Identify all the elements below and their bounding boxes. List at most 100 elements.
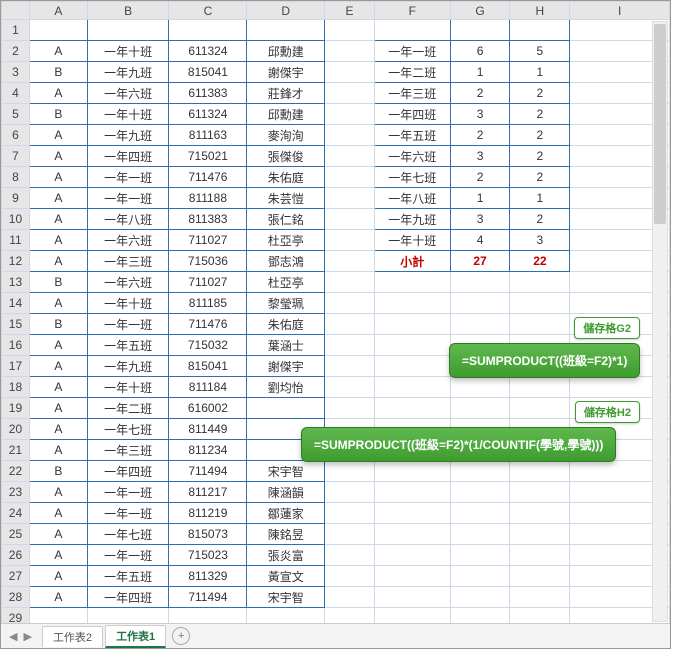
cell-F19[interactable] <box>374 398 450 419</box>
cell-A14[interactable]: A <box>29 293 87 314</box>
cell-E27[interactable] <box>325 566 375 587</box>
cell-G29[interactable] <box>450 608 510 625</box>
cell-D10[interactable]: 張仁銘 <box>247 209 325 230</box>
row-header-5[interactable]: 5 <box>2 104 30 125</box>
cell-F1[interactable]: 班級 <box>374 20 450 41</box>
cell-C19[interactable]: 616002 <box>169 398 247 419</box>
sheet-tab-2[interactable]: 工作表2 <box>42 626 103 647</box>
row-header-4[interactable]: 4 <box>2 83 30 104</box>
cell-F6[interactable]: 一年五班 <box>374 125 450 146</box>
cell-F10[interactable]: 一年九班 <box>374 209 450 230</box>
cell-B13[interactable]: 一年六班 <box>87 272 169 293</box>
cell-G7[interactable]: 3 <box>450 146 510 167</box>
cell-G11[interactable]: 4 <box>450 230 510 251</box>
cell-A21[interactable]: A <box>29 440 87 461</box>
row-3[interactable]: 3B一年九班815041謝傑宇一年二班11 <box>2 62 670 83</box>
cell-D26[interactable]: 張炎富 <box>247 545 325 566</box>
cell-B4[interactable]: 一年六班 <box>87 83 169 104</box>
cell-H8[interactable]: 2 <box>510 167 570 188</box>
cell-C14[interactable]: 811185 <box>169 293 247 314</box>
col-header-D[interactable]: D <box>247 2 325 20</box>
row-6[interactable]: 6A一年九班811163麥洵洵一年五班22 <box>2 125 670 146</box>
cell-E4[interactable] <box>325 83 375 104</box>
cell-B6[interactable]: 一年九班 <box>87 125 169 146</box>
cell-D8[interactable]: 朱佑庭 <box>247 167 325 188</box>
row-24[interactable]: 24A一年一班811219鄒蓮家 <box>2 503 670 524</box>
cell-F11[interactable]: 一年十班 <box>374 230 450 251</box>
cell-H6[interactable]: 2 <box>510 125 570 146</box>
cell-E6[interactable] <box>325 125 375 146</box>
row-header-20[interactable]: 20 <box>2 419 30 440</box>
cell-A8[interactable]: A <box>29 167 87 188</box>
cell-A17[interactable]: A <box>29 356 87 377</box>
cell-F7[interactable]: 一年六班 <box>374 146 450 167</box>
cell-B3[interactable]: 一年九班 <box>87 62 169 83</box>
row-12[interactable]: 12A一年三班715036鄧志鴻小計2722 <box>2 251 670 272</box>
cell-A3[interactable]: B <box>29 62 87 83</box>
cell-D19[interactable] <box>247 398 325 419</box>
cell-F23[interactable] <box>374 482 450 503</box>
cell-E24[interactable] <box>325 503 375 524</box>
cell-H9[interactable]: 1 <box>510 188 570 209</box>
row-header-23[interactable]: 23 <box>2 482 30 503</box>
col-header-H[interactable]: H <box>510 2 570 20</box>
cell-H29[interactable] <box>510 608 570 625</box>
cell-F5[interactable]: 一年四班 <box>374 104 450 125</box>
row-19[interactable]: 19A一年二班616002 <box>2 398 670 419</box>
row-26[interactable]: 26A一年一班715023張炎富 <box>2 545 670 566</box>
cell-C20[interactable]: 811449 <box>169 419 247 440</box>
cell-H18[interactable] <box>510 377 570 398</box>
cell-A10[interactable]: A <box>29 209 87 230</box>
cell-A5[interactable]: B <box>29 104 87 125</box>
cell-G26[interactable] <box>450 545 510 566</box>
cell-E29[interactable] <box>325 608 375 625</box>
cell-B2[interactable]: 一年十班 <box>87 41 169 62</box>
cell-D14[interactable]: 黎瑩珮 <box>247 293 325 314</box>
cell-F12[interactable]: 小計 <box>374 251 450 272</box>
cell-F25[interactable] <box>374 524 450 545</box>
row-header-7[interactable]: 7 <box>2 146 30 167</box>
cell-A2[interactable]: A <box>29 41 87 62</box>
cell-A28[interactable]: A <box>29 587 87 608</box>
cell-G1[interactable]: 人次 <box>450 20 510 41</box>
row-header-15[interactable]: 15 <box>2 314 30 335</box>
cell-G25[interactable] <box>450 524 510 545</box>
cell-D9[interactable]: 朱芸愷 <box>247 188 325 209</box>
row-8[interactable]: 8A一年一班711476朱佑庭一年七班22 <box>2 167 670 188</box>
cell-A15[interactable]: B <box>29 314 87 335</box>
cell-D1[interactable]: 姓名 <box>247 20 325 41</box>
cell-H5[interactable]: 2 <box>510 104 570 125</box>
cell-E2[interactable] <box>325 41 375 62</box>
cell-F29[interactable] <box>374 608 450 625</box>
cell-H26[interactable] <box>510 545 570 566</box>
cell-B17[interactable]: 一年九班 <box>87 356 169 377</box>
cell-G2[interactable]: 6 <box>450 41 510 62</box>
scrollbar-thumb[interactable] <box>654 24 666 224</box>
cell-B26[interactable]: 一年一班 <box>87 545 169 566</box>
cell-A13[interactable]: B <box>29 272 87 293</box>
cell-H22[interactable] <box>510 461 570 482</box>
cell-F24[interactable] <box>374 503 450 524</box>
row-28[interactable]: 28A一年四班711494宋宇智 <box>2 587 670 608</box>
row-1[interactable]: 1管道班級學號姓名班級人次人數 <box>2 20 670 41</box>
cell-C25[interactable]: 815073 <box>169 524 247 545</box>
cell-G22[interactable] <box>450 461 510 482</box>
cell-E22[interactable] <box>325 461 375 482</box>
row-11[interactable]: 11A一年六班711027杜亞亭一年十班43 <box>2 230 670 251</box>
cell-C11[interactable]: 711027 <box>169 230 247 251</box>
cell-B12[interactable]: 一年三班 <box>87 251 169 272</box>
cell-D11[interactable]: 杜亞亭 <box>247 230 325 251</box>
cell-D28[interactable]: 宋宇智 <box>247 587 325 608</box>
cell-C1[interactable]: 學號 <box>169 20 247 41</box>
cell-A4[interactable]: A <box>29 83 87 104</box>
row-13[interactable]: 13B一年六班711027杜亞亭 <box>2 272 670 293</box>
cell-D23[interactable]: 陳涵韻 <box>247 482 325 503</box>
cell-C23[interactable]: 811217 <box>169 482 247 503</box>
cell-A25[interactable]: A <box>29 524 87 545</box>
cell-E13[interactable] <box>325 272 375 293</box>
cell-H13[interactable] <box>510 272 570 293</box>
cell-A27[interactable]: A <box>29 566 87 587</box>
row-header-26[interactable]: 26 <box>2 545 30 566</box>
cell-B15[interactable]: 一年一班 <box>87 314 169 335</box>
cell-G15[interactable] <box>450 314 510 335</box>
